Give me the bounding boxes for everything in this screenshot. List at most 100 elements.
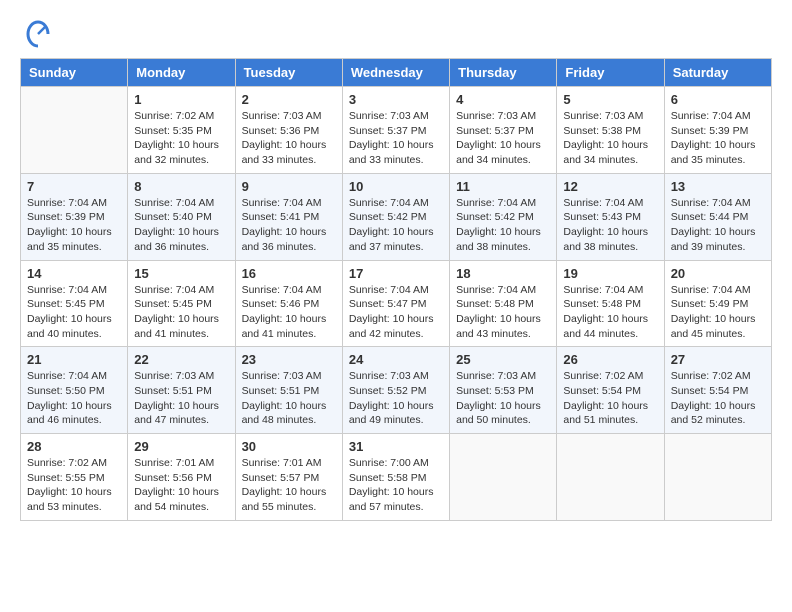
day-info: Sunrise: 7:04 AM Sunset: 5:41 PM Dayligh… [242,196,336,255]
calendar-cell: 6 Sunrise: 7:04 AM Sunset: 5:39 PM Daylig… [664,87,771,174]
day-info: Sunrise: 7:04 AM Sunset: 5:46 PM Dayligh… [242,283,336,342]
calendar-cell: 10 Sunrise: 7:04 AM Sunset: 5:42 PM Dayli… [342,173,449,260]
day-info: Sunrise: 7:00 AM Sunset: 5:58 PM Dayligh… [349,456,443,515]
day-number: 6 [671,92,765,107]
logo [20,20,52,48]
calendar-header-tuesday: Tuesday [235,59,342,87]
day-info: Sunrise: 7:04 AM Sunset: 5:49 PM Dayligh… [671,283,765,342]
calendar-cell: 19Sunrise: 7:04 AM Sunset: 5:48 PM Dayli… [557,260,664,347]
calendar-cell: 3 Sunrise: 7:03 AM Sunset: 5:37 PM Daylig… [342,87,449,174]
calendar-cell: 9Sunrise: 7:04 AM Sunset: 5:41 PM Daylig… [235,173,342,260]
day-number: 4 [456,92,550,107]
day-number: 18 [456,266,550,281]
day-info: Sunrise: 7:04 AM Sunset: 5:45 PM Dayligh… [134,283,228,342]
day-number: 7 [27,179,121,194]
calendar-cell: 28 Sunrise: 7:02 AM Sunset: 5:55 PM Dayli… [21,434,128,521]
day-info: Sunrise: 7:02 AM Sunset: 5:55 PM Dayligh… [27,456,121,515]
day-number: 17 [349,266,443,281]
day-number: 14 [27,266,121,281]
calendar-cell: 5 Sunrise: 7:03 AM Sunset: 5:38 PM Daylig… [557,87,664,174]
calendar-header-saturday: Saturday [664,59,771,87]
day-number: 15 [134,266,228,281]
day-info: Sunrise: 7:03 AM Sunset: 5:51 PM Dayligh… [242,369,336,428]
calendar-cell: 11 Sunrise: 7:04 AM Sunset: 5:42 PM Dayli… [450,173,557,260]
calendar-cell: 31 Sunrise: 7:00 AM Sunset: 5:58 PM Dayli… [342,434,449,521]
calendar-cell: 14 Sunrise: 7:04 AM Sunset: 5:45 PM Dayli… [21,260,128,347]
calendar-week-row: 28 Sunrise: 7:02 AM Sunset: 5:55 PM Dayli… [21,434,772,521]
calendar-cell: 22 Sunrise: 7:03 AM Sunset: 5:51 PM Dayli… [128,347,235,434]
calendar-cell: 7 Sunrise: 7:04 AM Sunset: 5:39 PM Daylig… [21,173,128,260]
day-number: 2 [242,92,336,107]
day-number: 16 [242,266,336,281]
day-info: Sunrise: 7:03 AM Sunset: 5:37 PM Dayligh… [349,109,443,168]
day-number: 28 [27,439,121,454]
calendar-week-row: 14 Sunrise: 7:04 AM Sunset: 5:45 PM Dayli… [21,260,772,347]
calendar-cell [557,434,664,521]
calendar-cell: 16 Sunrise: 7:04 AM Sunset: 5:46 PM Dayli… [235,260,342,347]
day-number: 1 [134,92,228,107]
calendar-header-row: SundayMondayTuesdayWednesdayThursdayFrid… [21,59,772,87]
calendar-cell: 18Sunrise: 7:04 AM Sunset: 5:48 PM Dayli… [450,260,557,347]
day-info: Sunrise: 7:04 AM Sunset: 5:42 PM Dayligh… [456,196,550,255]
calendar-cell: 30 Sunrise: 7:01 AM Sunset: 5:57 PM Dayli… [235,434,342,521]
calendar-cell: 25Sunrise: 7:03 AM Sunset: 5:53 PM Dayli… [450,347,557,434]
day-number: 12 [563,179,657,194]
calendar-cell: 21 Sunrise: 7:04 AM Sunset: 5:50 PM Dayli… [21,347,128,434]
calendar-header-friday: Friday [557,59,664,87]
calendar-cell: 1Sunrise: 7:02 AM Sunset: 5:35 PM Daylig… [128,87,235,174]
day-info: Sunrise: 7:04 AM Sunset: 5:45 PM Dayligh… [27,283,121,342]
day-info: Sunrise: 7:04 AM Sunset: 5:39 PM Dayligh… [671,109,765,168]
calendar-cell: 17Sunrise: 7:04 AM Sunset: 5:47 PM Dayli… [342,260,449,347]
day-number: 21 [27,352,121,367]
calendar-cell: 4 Sunrise: 7:03 AM Sunset: 5:37 PM Daylig… [450,87,557,174]
day-info: Sunrise: 7:03 AM Sunset: 5:37 PM Dayligh… [456,109,550,168]
day-number: 13 [671,179,765,194]
day-number: 29 [134,439,228,454]
day-info: Sunrise: 7:03 AM Sunset: 5:52 PM Dayligh… [349,369,443,428]
calendar-header-thursday: Thursday [450,59,557,87]
day-info: Sunrise: 7:01 AM Sunset: 5:56 PM Dayligh… [134,456,228,515]
calendar-header-wednesday: Wednesday [342,59,449,87]
calendar-week-row: 7 Sunrise: 7:04 AM Sunset: 5:39 PM Daylig… [21,173,772,260]
day-number: 22 [134,352,228,367]
day-info: Sunrise: 7:02 AM Sunset: 5:54 PM Dayligh… [671,369,765,428]
day-info: Sunrise: 7:04 AM Sunset: 5:50 PM Dayligh… [27,369,121,428]
day-number: 24 [349,352,443,367]
day-info: Sunrise: 7:03 AM Sunset: 5:51 PM Dayligh… [134,369,228,428]
calendar-header-monday: Monday [128,59,235,87]
day-number: 31 [349,439,443,454]
calendar-cell: 23Sunrise: 7:03 AM Sunset: 5:51 PM Dayli… [235,347,342,434]
calendar-cell: 26 Sunrise: 7:02 AM Sunset: 5:54 PM Dayli… [557,347,664,434]
day-info: Sunrise: 7:04 AM Sunset: 5:40 PM Dayligh… [134,196,228,255]
calendar-cell [450,434,557,521]
calendar-header-sunday: Sunday [21,59,128,87]
day-number: 8 [134,179,228,194]
calendar-cell: 29 Sunrise: 7:01 AM Sunset: 5:56 PM Dayli… [128,434,235,521]
calendar-cell: 13Sunrise: 7:04 AM Sunset: 5:44 PM Dayli… [664,173,771,260]
calendar-week-row: 21 Sunrise: 7:04 AM Sunset: 5:50 PM Dayli… [21,347,772,434]
day-number: 5 [563,92,657,107]
day-number: 26 [563,352,657,367]
day-info: Sunrise: 7:03 AM Sunset: 5:38 PM Dayligh… [563,109,657,168]
day-number: 3 [349,92,443,107]
day-number: 20 [671,266,765,281]
calendar-cell: 24 Sunrise: 7:03 AM Sunset: 5:52 PM Dayli… [342,347,449,434]
day-info: Sunrise: 7:04 AM Sunset: 5:39 PM Dayligh… [27,196,121,255]
day-number: 10 [349,179,443,194]
day-info: Sunrise: 7:03 AM Sunset: 5:36 PM Dayligh… [242,109,336,168]
calendar-cell [664,434,771,521]
day-number: 25 [456,352,550,367]
day-number: 19 [563,266,657,281]
calendar-cell: 12 Sunrise: 7:04 AM Sunset: 5:43 PM Dayli… [557,173,664,260]
day-number: 11 [456,179,550,194]
day-info: Sunrise: 7:04 AM Sunset: 5:43 PM Dayligh… [563,196,657,255]
calendar-cell [21,87,128,174]
calendar-cell: 27 Sunrise: 7:02 AM Sunset: 5:54 PM Dayli… [664,347,771,434]
day-info: Sunrise: 7:02 AM Sunset: 5:54 PM Dayligh… [563,369,657,428]
day-info: Sunrise: 7:01 AM Sunset: 5:57 PM Dayligh… [242,456,336,515]
day-number: 27 [671,352,765,367]
day-info: Sunrise: 7:04 AM Sunset: 5:42 PM Dayligh… [349,196,443,255]
calendar-cell: 15 Sunrise: 7:04 AM Sunset: 5:45 PM Dayli… [128,260,235,347]
calendar-cell: 20 Sunrise: 7:04 AM Sunset: 5:49 PM Dayli… [664,260,771,347]
day-number: 30 [242,439,336,454]
